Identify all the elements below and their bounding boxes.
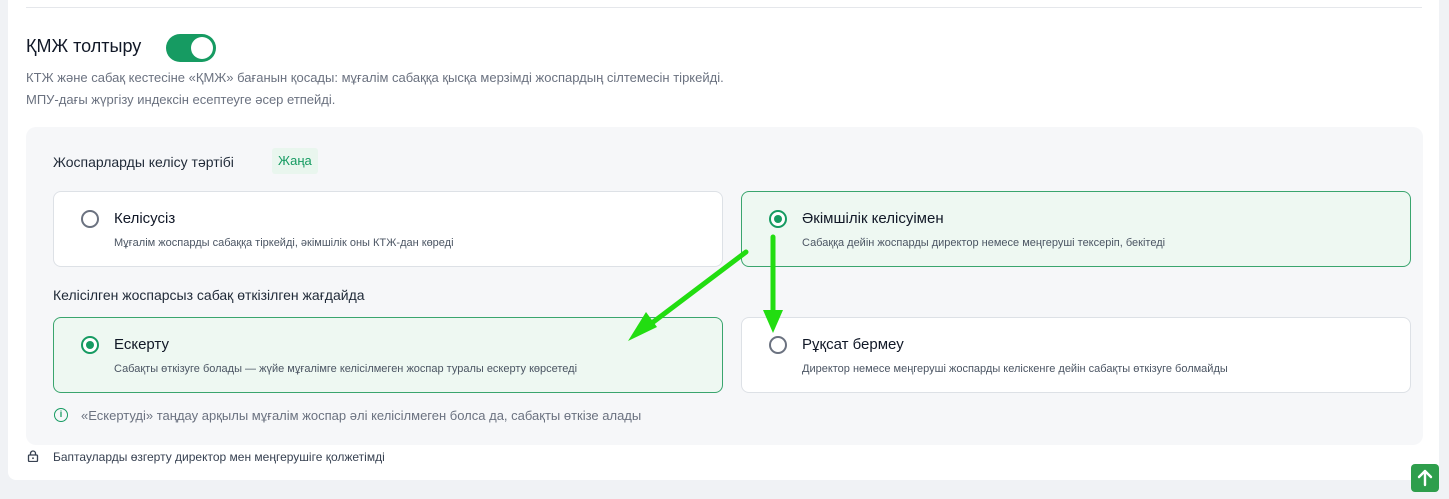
lock-icon	[27, 450, 39, 462]
setting-description-line2: МПУ-дағы жүргізу индексін есептеуге әсер…	[26, 92, 336, 107]
new-badge: Жаңа	[272, 148, 318, 174]
setting-description-line1: КТЖ және сабақ кестесіне «ҚМЖ» бағанын қ…	[26, 70, 724, 85]
option-description: Директор немесе меңгеруші жоспарды келіс…	[802, 363, 1228, 375]
option-admin-approval[interactable]: Әкімшілік келісуімен Сабаққа дейін жоспа…	[741, 191, 1411, 267]
option-title: Рұқсат бермеу	[802, 336, 904, 353]
option-title: Ескерту	[114, 336, 169, 353]
setting-title: ҚМЖ толтыру	[26, 36, 142, 56]
radio-button[interactable]	[81, 210, 99, 228]
option-title: Әкімшілік келісуімен	[802, 210, 944, 227]
option-description: Сабақты өткізуге болады — жүйе мұғалімге…	[114, 363, 578, 375]
option-description: Мұғалім жоспарды сабаққа тіркейді, әкімш…	[114, 237, 454, 249]
option-deny[interactable]: Рұқсат бермеу Директор немесе меңгеруші …	[741, 317, 1411, 393]
arrow-up-icon	[1417, 469, 1433, 487]
option-description: Сабаққа дейін жоспарды директор немесе м…	[802, 237, 1166, 249]
kmzh-toggle-switch[interactable]	[166, 34, 216, 62]
divider	[26, 7, 1422, 8]
option-title: Келісусіз	[114, 210, 176, 227]
radio-button[interactable]	[769, 336, 787, 354]
info-note: «Ескертуді» таңдау арқылы мұғалім жоспар…	[81, 408, 642, 423]
access-note: Баптауларды өзгерту директор мен меңгеру…	[53, 450, 385, 464]
settings-card: ҚМЖ толтыру КТЖ және сабақ кестесіне «ҚМ…	[8, 0, 1439, 480]
unapproved-section-title: Келісілген жоспарсыз сабақ өткізілген жа…	[53, 287, 365, 303]
radio-button-selected[interactable]	[81, 336, 99, 354]
option-warning[interactable]: Ескерту Сабақты өткізуге болады — жүйе м…	[53, 317, 723, 393]
approval-section-title: Жоспарларды келісу тәртібі	[53, 154, 234, 170]
scroll-to-top-button[interactable]	[1411, 464, 1439, 492]
approval-panel: Жоспарларды келісу тәртібі Жаңа Келісусі…	[26, 127, 1423, 445]
option-no-approval[interactable]: Келісусіз Мұғалім жоспарды сабаққа тірке…	[53, 191, 723, 267]
info-icon: i	[54, 408, 68, 422]
radio-button-selected[interactable]	[769, 210, 787, 228]
toggle-knob	[191, 37, 213, 59]
